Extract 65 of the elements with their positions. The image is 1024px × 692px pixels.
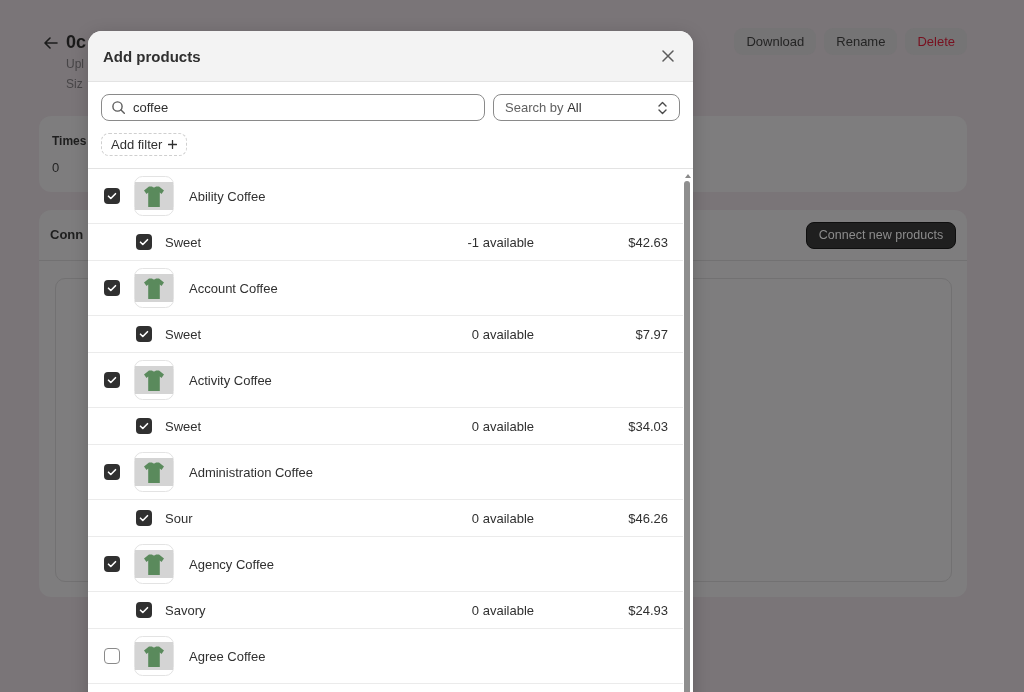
checkbox[interactable]: [104, 188, 120, 204]
variant-row[interactable]: Sour 0 available $46.26: [88, 500, 683, 537]
checkbox[interactable]: [104, 556, 120, 572]
variant-name: Savory: [165, 602, 207, 618]
checkbox[interactable]: [104, 464, 120, 480]
search-by-select[interactable]: Search by All: [493, 94, 680, 121]
search-field[interactable]: coffee: [101, 94, 485, 121]
availability-text: 0 available: [470, 510, 534, 526]
variant-price: $42.63: [627, 234, 668, 250]
search-icon: [112, 101, 125, 114]
product-row[interactable]: Administration Coffee: [88, 445, 683, 500]
product-name: Activity Coffee: [189, 372, 272, 388]
variant-name: Sweet: [165, 326, 203, 342]
scrollbar[interactable]: [684, 181, 690, 692]
product-row[interactable]: Agree Coffee: [88, 629, 683, 684]
variant-row[interactable]: Sweet 0 available $34.03: [88, 408, 683, 445]
variant-row[interactable]: Sweet -1 available $42.63: [88, 224, 683, 261]
product-row[interactable]: Ability Coffee: [88, 169, 683, 224]
availability-text: 0 available: [470, 602, 534, 618]
page-title: 0c: [66, 31, 87, 54]
product-row[interactable]: Account Coffee: [88, 261, 683, 316]
variant-price: $46.26: [627, 510, 668, 526]
checkbox[interactable]: [104, 372, 120, 388]
scroll-up-arrow-icon[interactable]: [685, 174, 691, 178]
variant-name: Sweet: [165, 234, 203, 250]
tshirt-thumbnail: [134, 268, 174, 308]
variant-price: $24.93: [627, 602, 668, 618]
card-heading: Times: [52, 133, 87, 150]
checkbox[interactable]: [136, 326, 152, 342]
variant-price: $7.97: [634, 326, 668, 342]
back-arrow-icon[interactable]: [44, 37, 58, 49]
product-name: Agree Coffee: [189, 648, 266, 664]
variant-price: $34.03: [627, 418, 668, 434]
checkbox[interactable]: [136, 234, 152, 250]
product-row[interactable]: Activity Coffee: [88, 353, 683, 408]
checkbox[interactable]: [136, 418, 152, 434]
availability-text: 0 available: [470, 418, 534, 434]
availability-text: 0 available: [470, 326, 534, 342]
tshirt-thumbnail: [134, 452, 174, 492]
checkbox[interactable]: [104, 280, 120, 296]
product-name: Agency Coffee: [189, 556, 275, 572]
tshirt-thumbnail: [134, 176, 174, 216]
checkbox[interactable]: [104, 648, 120, 664]
plus-icon: [168, 140, 178, 149]
connect-products-button[interactable]: Connect new products: [806, 221, 956, 249]
card-heading: Conn: [50, 226, 84, 244]
product-name: Ability Coffee: [189, 188, 266, 204]
product-row[interactable]: Agency Coffee: [88, 537, 683, 592]
variant-row[interactable]: Sweet 0 available $7.97: [88, 316, 683, 353]
dialog-title: Add products: [103, 47, 201, 65]
chevron-up-down-icon: [658, 100, 667, 115]
tshirt-thumbnail: [134, 544, 174, 584]
tshirt-thumbnail: [134, 360, 174, 400]
variant-name: Sour: [165, 510, 194, 526]
checkbox[interactable]: [136, 602, 152, 618]
card-value: 0: [52, 159, 60, 177]
availability-text: -1 available: [466, 234, 534, 250]
variant-row[interactable]: Savory 0 available $24.93: [88, 592, 683, 629]
product-name: Account Coffee: [189, 280, 278, 296]
checkbox[interactable]: [136, 510, 152, 526]
product-name: Administration Coffee: [189, 464, 314, 480]
variant-name: Sweet: [165, 418, 203, 434]
add-filter-button[interactable]: Add filter: [101, 133, 188, 156]
tshirt-thumbnail: [134, 636, 174, 676]
close-icon[interactable]: [662, 50, 674, 62]
